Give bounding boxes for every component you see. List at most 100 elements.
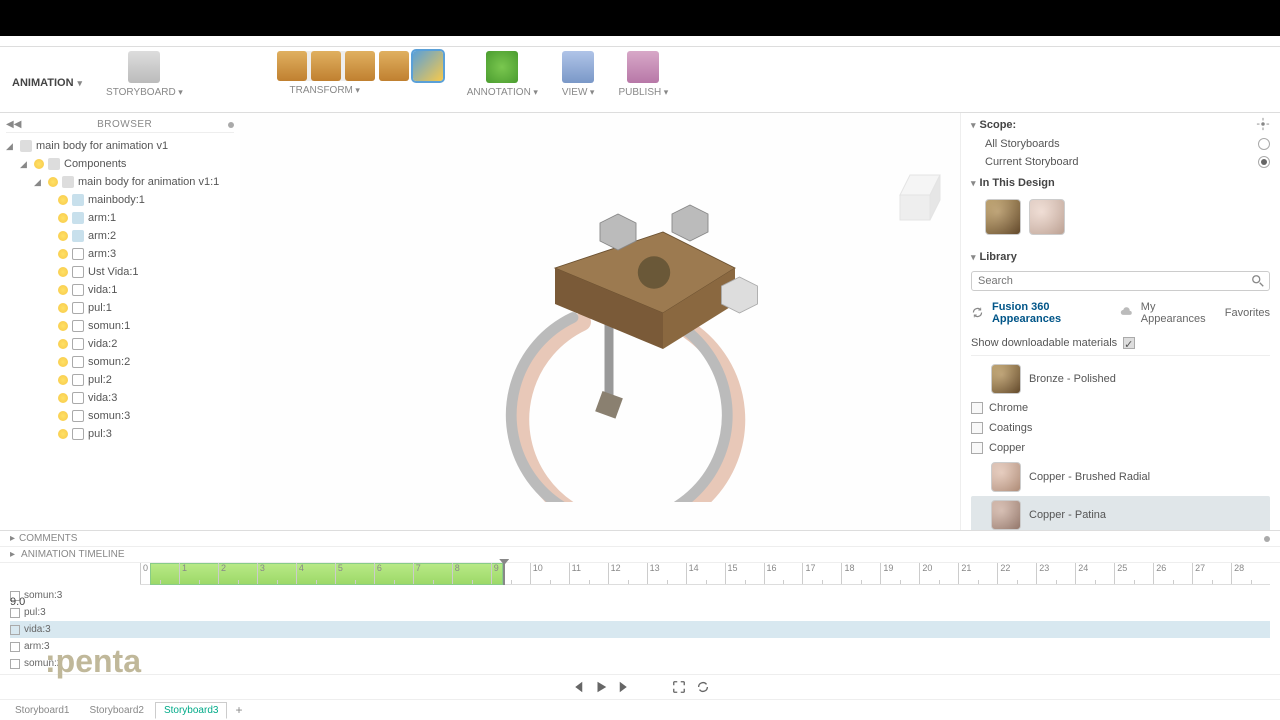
library-header[interactable]: Library [971, 245, 1270, 267]
tree-item[interactable]: mainbody:1 [6, 191, 234, 209]
timeline-track[interactable]: pul:3 [10, 604, 1270, 621]
radio-icon[interactable] [1258, 138, 1270, 150]
tree-item[interactable]: pul:3 [6, 425, 234, 443]
tree-item[interactable]: pul:2 [6, 371, 234, 389]
tree-item[interactable]: somun:1 [6, 317, 234, 335]
tree-subroot[interactable]: ◢ main body for animation v1:1 [6, 173, 234, 191]
tb-publish-label[interactable]: PUBLISH [618, 87, 668, 98]
mat-copper-brushed[interactable]: Copper - Brushed Radial [971, 458, 1270, 496]
viewcube[interactable] [890, 165, 950, 225]
publish-icon[interactable] [627, 51, 659, 83]
mat-bronze-polished[interactable]: Bronze - Polished [971, 360, 1270, 398]
browser-collapse-icon[interactable]: ◀◀ [6, 119, 21, 130]
bulb-icon[interactable] [34, 159, 44, 169]
next-icon[interactable] [618, 680, 632, 694]
tab-f360[interactable]: Fusion 360 Appearances [992, 301, 1112, 325]
bulb-icon[interactable] [58, 231, 68, 241]
prev-icon[interactable] [570, 680, 584, 694]
bulb-icon[interactable] [58, 393, 68, 403]
tree-item[interactable]: vida:2 [6, 335, 234, 353]
show-dl-row[interactable]: Show downloadable materials ✓ [971, 331, 1270, 356]
bulb-icon[interactable] [58, 357, 68, 367]
tab-mine[interactable]: My Appearances [1141, 301, 1217, 325]
checkbox-icon[interactable] [10, 659, 20, 669]
timeline-header[interactable]: ▸ ANIMATION TIMELINE [0, 547, 1280, 563]
timeline-track[interactable]: arm:3 [10, 638, 1270, 655]
bulb-icon[interactable] [58, 195, 68, 205]
bulb-icon[interactable] [58, 267, 68, 277]
tb-view-label[interactable]: VIEW [562, 87, 595, 98]
design-swatch-bronze[interactable] [985, 199, 1021, 235]
checkbox-icon[interactable] [10, 608, 20, 618]
tree-item[interactable]: arm:3 [6, 245, 234, 263]
tree-item[interactable]: arm:2 [6, 227, 234, 245]
cat-chrome[interactable]: Chrome [971, 398, 1270, 418]
tree-item[interactable]: pul:1 [6, 299, 234, 317]
scope-current[interactable]: Current Storyboard [971, 153, 1270, 171]
tree-item[interactable]: arm:1 [6, 209, 234, 227]
bulb-icon[interactable] [58, 303, 68, 313]
tb-transform-label[interactable]: TRANSFORM [290, 85, 360, 96]
checkbox-icon[interactable] [10, 642, 20, 652]
in-design-header[interactable]: In This Design [971, 171, 1270, 193]
radio-icon[interactable] [1258, 156, 1270, 168]
storyboard-tab[interactable]: Storyboard1 [6, 702, 78, 719]
design-swatch-copper[interactable] [1029, 199, 1065, 235]
manual-icon[interactable] [345, 51, 375, 81]
library-search[interactable] [971, 271, 1270, 291]
storyboard-icon[interactable] [128, 51, 160, 83]
storyboard-tab[interactable]: Storyboard3 [155, 702, 227, 719]
bulb-icon[interactable] [58, 321, 68, 331]
bulb-icon[interactable] [58, 429, 68, 439]
bulb-icon[interactable] [58, 213, 68, 223]
tree-root[interactable]: ◢ main body for animation v1 [6, 137, 234, 155]
checkbox-icon[interactable]: ✓ [1123, 337, 1135, 349]
play-icon[interactable] [594, 680, 608, 694]
bulb-icon[interactable] [58, 285, 68, 295]
loop-icon[interactable] [696, 680, 710, 694]
tab-fav[interactable]: Favorites [1225, 307, 1270, 319]
storyboard-tab[interactable]: Storyboard2 [80, 702, 152, 719]
cat-coatings[interactable]: Coatings [971, 418, 1270, 438]
tree-item[interactable]: Ust Vida:1 [6, 263, 234, 281]
bulb-icon[interactable] [58, 249, 68, 259]
timeline-ruler[interactable]: 0123456789101112131415161718192021222324… [140, 563, 1270, 585]
timeline-track[interactable]: somun:3 [10, 587, 1270, 604]
comments-bar[interactable]: ▸COMMENTS [0, 531, 1280, 547]
tb-storyboard-label[interactable]: STORYBOARD [106, 87, 183, 98]
search-icon[interactable] [1251, 274, 1265, 288]
browser-options-icon[interactable] [228, 122, 234, 128]
workspace-selector[interactable]: ANIMATION [12, 51, 82, 89]
add-storyboard-button[interactable]: + [229, 703, 248, 717]
timeline-track[interactable]: somun:2 [10, 655, 1270, 672]
scope-all[interactable]: All Storyboards [971, 135, 1270, 153]
search-input[interactable] [972, 272, 1251, 290]
current-time[interactable]: 9.0 [10, 596, 130, 608]
tree-item[interactable]: vida:3 [6, 389, 234, 407]
explode2-icon[interactable] [311, 51, 341, 81]
sync-icon[interactable] [971, 306, 984, 320]
move-target-icon[interactable] [1256, 117, 1270, 131]
scope-header[interactable]: Scope: [971, 113, 1270, 135]
appearance-icon[interactable] [413, 51, 443, 81]
tree-item[interactable]: somun:2 [6, 353, 234, 371]
explode1-icon[interactable] [277, 51, 307, 81]
mat-copper-patina[interactable]: Copper - Patina [971, 496, 1270, 530]
tree-components[interactable]: ◢ Components [6, 155, 234, 173]
restore-icon[interactable] [379, 51, 409, 81]
cat-copper[interactable]: Copper [971, 438, 1270, 458]
tb-annotation-label[interactable]: ANNOTATION [467, 87, 538, 98]
bulb-icon[interactable] [48, 177, 58, 187]
view-icon[interactable] [562, 51, 594, 83]
bulb-icon[interactable] [58, 339, 68, 349]
annotation-icon[interactable] [486, 51, 518, 83]
timeline-track[interactable]: vida:3 [10, 621, 1270, 638]
checkbox-icon[interactable] [10, 625, 20, 635]
bulb-icon[interactable] [58, 411, 68, 421]
bulb-icon[interactable] [58, 375, 68, 385]
expand-icon[interactable] [672, 680, 686, 694]
viewport[interactable] [240, 113, 960, 530]
comments-dot[interactable] [1264, 536, 1270, 542]
tree-item[interactable]: vida:1 [6, 281, 234, 299]
tree-item[interactable]: somun:3 [6, 407, 234, 425]
